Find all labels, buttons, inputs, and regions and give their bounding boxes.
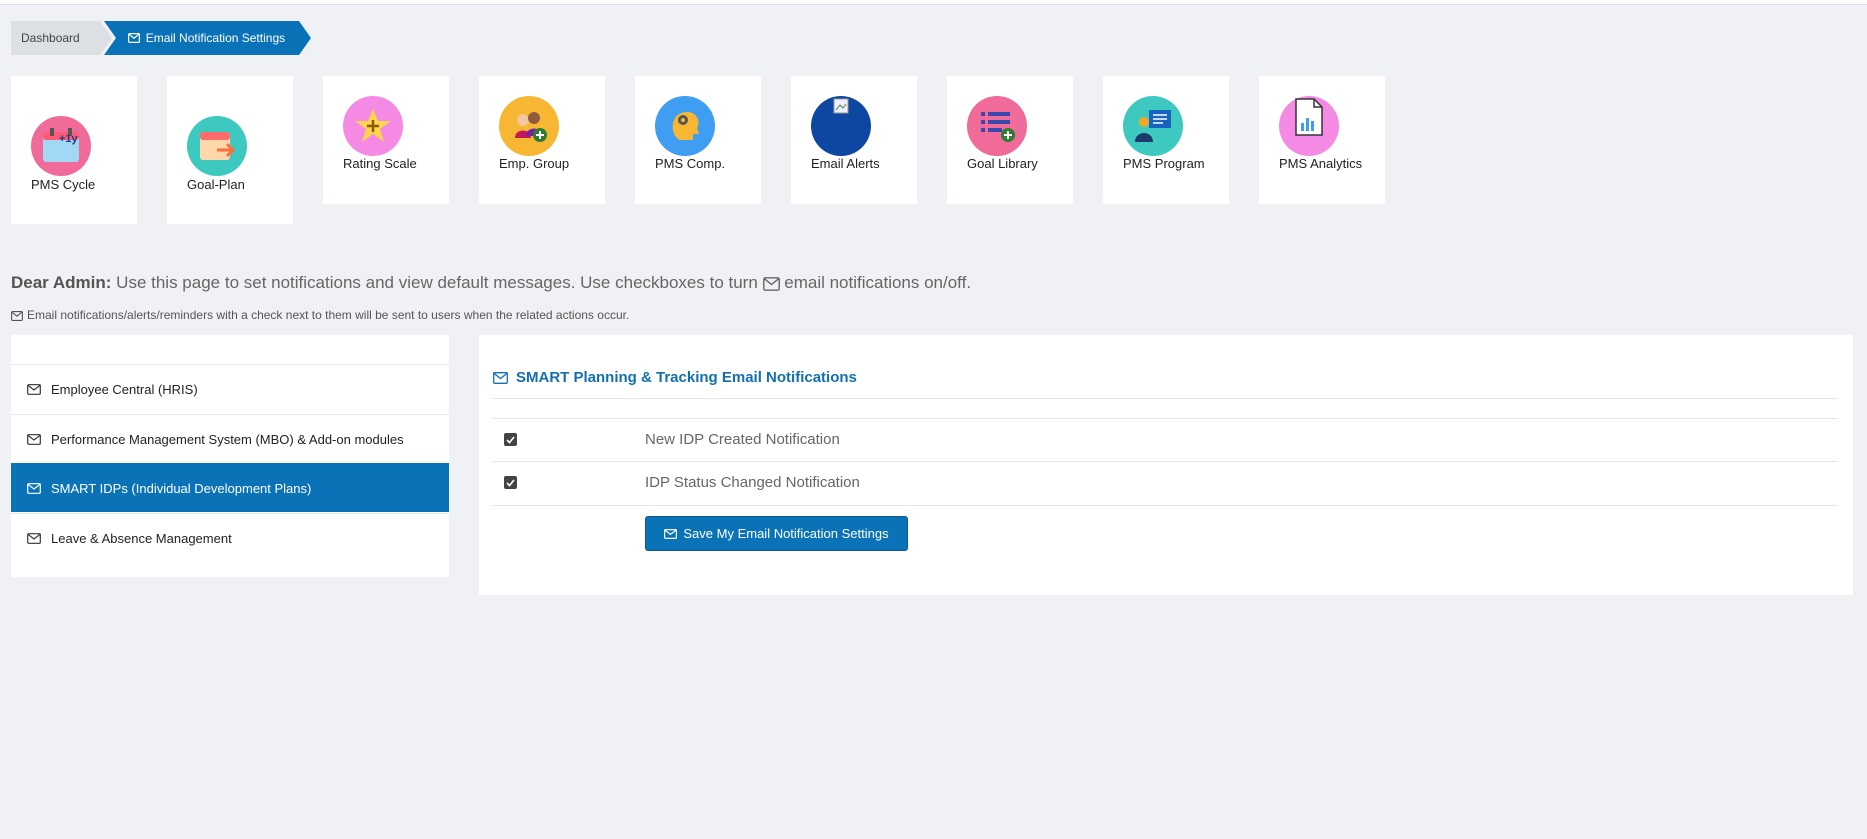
envelope-icon [27, 433, 41, 445]
envelope-icon [27, 482, 41, 494]
breadcrumb-dashboard-label: Dashboard [21, 31, 80, 45]
check-icon [506, 435, 515, 444]
tile-email-alerts[interactable]: Email Alerts [791, 76, 917, 204]
tile-pms-program[interactable]: PMS Program [1103, 76, 1229, 204]
envelope-icon [11, 310, 23, 321]
tile-emp-group-label: Emp. Group [499, 156, 570, 171]
menu-item-label: Leave & Absence Management [51, 530, 232, 546]
tile-pms-cycle[interactable]: +1y PMS Cycle [11, 76, 137, 224]
tile-goal-library-label: Goal Library [967, 156, 1038, 171]
tile-rating-scale[interactable]: Rating Scale [323, 76, 449, 204]
envelope-icon [127, 33, 140, 43]
menu-item-label: SMART IDPs (Individual Development Plans… [51, 480, 312, 496]
menu-item-employee-central[interactable]: Employee Central (HRIS) [11, 364, 449, 413]
menu-item-smart-idps[interactable]: SMART IDPs (Individual Development Plans… [11, 463, 449, 512]
info-note-text: Email notifications/alerts/reminders wit… [27, 308, 630, 322]
envelope-icon [762, 276, 780, 291]
check-icon [506, 478, 515, 487]
breadcrumb: Dashboard Email Notification Settings [11, 21, 312, 55]
breadcrumb-current: Email Notification Settings [103, 21, 312, 55]
envelope-icon [27, 383, 41, 395]
list-add-icon [967, 96, 1027, 156]
save-settings-label: Save My Email Notification Settings [683, 526, 889, 541]
notification-settings-panel: SMART Planning & Tracking Email Notifica… [479, 335, 1853, 595]
menu-item-leave-absence[interactable]: Leave & Absence Management [11, 513, 449, 562]
tile-goal-plan-label: Goal-Plan [187, 177, 245, 192]
people-add-icon [499, 96, 559, 156]
tile-pms-program-label: PMS Program [1123, 156, 1205, 171]
divider [493, 418, 1838, 419]
star-icon [343, 96, 403, 156]
divider [493, 398, 1838, 399]
tile-pms-analytics[interactable]: PMS Analytics [1259, 76, 1385, 204]
calendar-plus-icon [31, 116, 91, 176]
checkbox-new-idp-created[interactable] [504, 433, 517, 446]
presenter-icon [1123, 96, 1183, 156]
checkbox-idp-status-changed[interactable] [504, 476, 517, 489]
tile-pms-comp-label: PMS Comp. [655, 156, 726, 171]
admin-greeting: Dear Admin: [11, 273, 112, 292]
envelope-icon [664, 528, 678, 539]
tile-pms-comp[interactable]: PMS Comp. [635, 76, 761, 204]
calendar-arrow-icon [187, 116, 247, 176]
info-note: Email notifications/alerts/reminders wit… [11, 308, 629, 322]
top-border [0, 0, 1867, 5]
menu-item-label: Employee Central (HRIS) [51, 381, 198, 397]
tile-goal-library[interactable]: Goal Library [947, 76, 1073, 204]
tile-rating-scale-label: Rating Scale [343, 156, 417, 171]
row-label-new-idp-created: New IDP Created Notification [645, 431, 840, 448]
tile-pms-cycle-label: PMS Cycle [31, 177, 96, 192]
head-gear-icon [655, 96, 715, 156]
divider [493, 461, 1838, 462]
panel-title: SMART Planning & Tracking Email Notifica… [493, 369, 857, 386]
admin-message: Dear Admin: Use this page to set notific… [11, 273, 971, 293]
breadcrumb-current-label: Email Notification Settings [145, 31, 286, 45]
save-settings-button[interactable]: Save My Email Notification Settings [645, 516, 908, 551]
menu-item-performance-management[interactable]: Performance Management System (MBO) & Ad… [11, 414, 449, 463]
document-chart-icon [1279, 96, 1339, 156]
envelope-icon [27, 532, 41, 544]
row-label-idp-status-changed: IDP Status Changed Notification [645, 474, 860, 491]
admin-message-text-before: Use this page to set notifications and v… [111, 273, 763, 292]
tile-pms-analytics-label: PMS Analytics [1279, 156, 1363, 171]
divider [493, 505, 1838, 506]
breadcrumb-dashboard[interactable]: Dashboard [11, 21, 112, 55]
tile-goal-plan[interactable]: Goal-Plan [167, 76, 293, 224]
admin-message-text-after: email notifications on/off. [779, 273, 972, 292]
tile-emp-group[interactable]: Emp. Group [479, 76, 605, 204]
envelope-icon [493, 371, 508, 384]
panel-title-text: SMART Planning & Tracking Email Notifica… [516, 369, 857, 386]
menu-item-label: Performance Management System (MBO) & Ad… [51, 431, 404, 447]
tile-email-alerts-label: Email Alerts [811, 156, 880, 171]
notification-category-menu: Employee Central (HRIS) Performance Mana… [11, 335, 449, 577]
tile-pms-cycle-badge: +1y [59, 133, 78, 145]
broken-image-icon [811, 96, 871, 156]
